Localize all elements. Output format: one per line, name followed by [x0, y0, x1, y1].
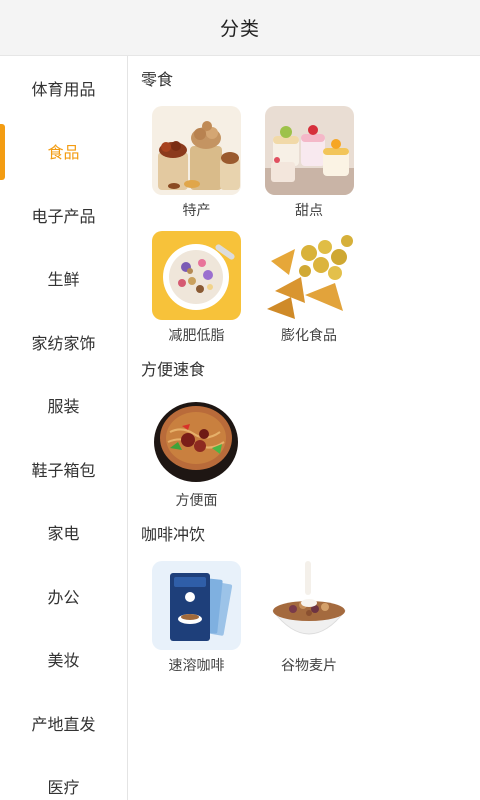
category-item-instant-noodles[interactable]: 方便面: [152, 386, 265, 511]
sidebar-item-label: 美妆: [47, 651, 80, 671]
sidebar-item-label: 电子产品: [31, 206, 96, 226]
item-label: 甜点: [295, 203, 323, 219]
sidebar-item-electronics[interactable]: 电子产品: [0, 183, 127, 247]
category-item-low-fat[interactable]: 减肥低脂: [152, 221, 265, 346]
item-label: 方便面: [175, 493, 218, 509]
sidebar-item-label: 食品: [47, 143, 80, 163]
section-title: 方便速食: [141, 360, 206, 379]
sidebar-item-food[interactable]: 食品: [0, 120, 127, 184]
item-label: 特产: [182, 203, 211, 219]
category-item-specialty[interactable]: 特产: [152, 96, 265, 221]
sidebar-item-appliances[interactable]: 家电: [0, 501, 127, 565]
sidebar-item-label: 产地直发: [31, 714, 96, 734]
dessert-icon: [264, 106, 354, 195]
section-title: 咖啡冲饮: [141, 525, 206, 544]
sidebar-item-clothing[interactable]: 服装: [0, 374, 127, 438]
item-grid: 特产 甜点 减肥低脂 膨化食品: [128, 96, 480, 346]
category-item-dessert[interactable]: 甜点: [264, 96, 378, 221]
sidebar-item-home-textile[interactable]: 家纺家饰: [0, 310, 127, 374]
coffee-box-icon: [152, 561, 241, 650]
top-bar: 分类: [0, 0, 480, 56]
sidebar-item-label: 生鲜: [47, 270, 80, 290]
category-content: 零食 特产 甜点 减肥低脂 膨化食品 方便速食 方便面 咖啡冲饮 速溶咖啡 谷物…: [128, 56, 480, 800]
sidebar-item-label: 鞋子箱包: [31, 460, 96, 480]
item-label: 谷物麦片: [281, 658, 337, 674]
item-label: 减肥低脂: [168, 328, 225, 344]
puffed-snack-icon: [264, 231, 354, 320]
category-item-puffed-food[interactable]: 膨化食品: [264, 221, 378, 346]
sidebar-item-beauty[interactable]: 美妆: [0, 628, 127, 692]
cereal-bowl-icon: [264, 561, 354, 650]
page-title: 分类: [219, 18, 260, 40]
sidebar-item-sports[interactable]: 体育用品: [0, 56, 127, 120]
noodle-bowl-icon: [152, 396, 241, 485]
yogurt-bowl-icon: [152, 231, 241, 320]
category-page: 分类 体育用品 食品 电子产品 生鲜 家纺家饰 服装 鞋子箱包 家电 办公 美妆…: [0, 0, 480, 800]
category-item-cereal[interactable]: 谷物麦片: [264, 551, 378, 676]
sidebar-item-label: 家纺家饰: [31, 333, 96, 353]
category-item-instant-coffee[interactable]: 速溶咖啡: [152, 551, 265, 676]
sidebar-item-label: 家电: [47, 524, 80, 544]
sidebar-item-label: 服装: [47, 397, 80, 417]
sidebar-item-label: 办公: [47, 587, 80, 607]
nuts-snack-icon: [152, 106, 241, 195]
sidebar-item-label: 医疗: [47, 778, 80, 798]
sidebar-item-label: 体育用品: [31, 79, 96, 99]
sidebar-item-fresh[interactable]: 生鲜: [0, 247, 127, 311]
section-title: 零食: [141, 70, 174, 89]
sidebar-item-origin-direct[interactable]: 产地直发: [0, 691, 127, 755]
sidebar-item-office[interactable]: 办公: [0, 564, 127, 628]
sidebar-item-medical[interactable]: 医疗: [0, 755, 127, 800]
item-grid: 方便面: [128, 386, 480, 511]
item-label: 膨化食品: [281, 328, 337, 344]
item-grid: 速溶咖啡 谷物麦片: [128, 551, 480, 676]
sidebar-item-shoes-bags[interactable]: 鞋子箱包: [0, 437, 127, 501]
category-sidebar: 体育用品 食品 电子产品 生鲜 家纺家饰 服装 鞋子箱包 家电 办公 美妆 产地…: [0, 56, 128, 800]
item-label: 速溶咖啡: [168, 658, 225, 674]
